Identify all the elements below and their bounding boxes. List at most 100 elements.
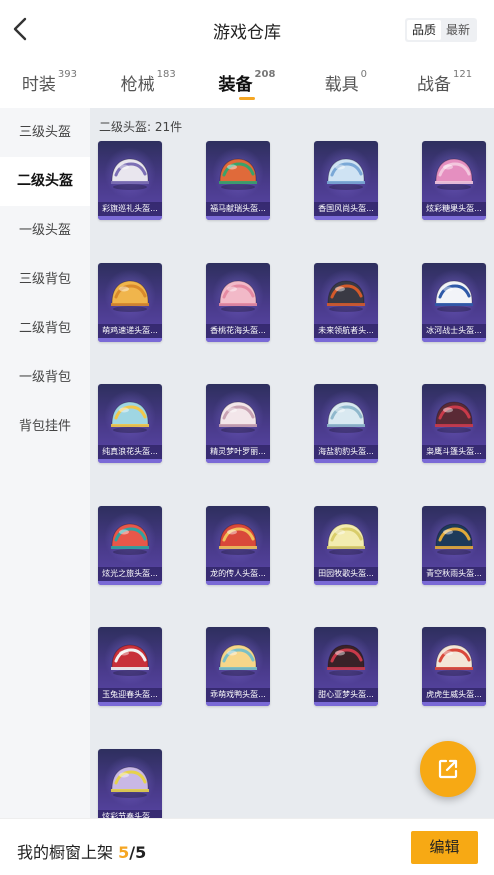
item-card[interactable]: 龙的传人头盔... — [206, 505, 270, 585]
item-card[interactable]: 枭鹰斗篷头盔... — [422, 384, 486, 463]
tab-vehicles[interactable]: 载具0 — [296, 58, 395, 108]
quality-bar — [206, 702, 270, 706]
sidebar-item-level3-helmet[interactable]: 三级头盔 — [0, 108, 90, 157]
sort-toggle: 品质 最新 — [405, 18, 477, 42]
quality-bar — [422, 702, 486, 706]
quality-bar — [422, 580, 486, 585]
showcase-footer: 我的橱窗上架 5/5 编辑 — [0, 818, 494, 875]
helmet-icon — [107, 520, 153, 556]
item-card[interactable]: 彩旗巡礼头盔... — [98, 141, 162, 220]
item-name: 甜心亚梦头盔... — [314, 688, 378, 702]
item-name: 枭鹰斗篷头盔... — [422, 445, 486, 459]
item-name: 炫光之旅头盔... — [98, 566, 162, 581]
tab-equipment[interactable]: 装备208 — [198, 58, 297, 108]
item-card[interactable]: 玉兔迎春头盔... — [98, 627, 162, 706]
sidebar-item-backpack-pendant[interactable]: 背包挂件 — [0, 402, 90, 451]
helmet-icon — [431, 398, 477, 434]
quality-bar — [98, 337, 162, 342]
item-card[interactable]: 炫光之旅头盔... — [98, 505, 162, 585]
edit-button[interactable]: 编辑 — [411, 831, 478, 864]
sidebar-item-level2-backpack[interactable]: 二级背包 — [0, 304, 90, 353]
quality-bar — [314, 459, 378, 463]
quality-bar — [314, 216, 378, 220]
helmet-icon — [215, 277, 261, 313]
helmet-icon — [431, 520, 477, 556]
tab-guns[interactable]: 枪械183 — [99, 58, 198, 108]
showcase-count: 5 — [118, 843, 130, 862]
item-card[interactable]: 虎虎生威头盔... — [422, 627, 486, 706]
item-card[interactable]: 精灵梦叶罗丽... — [206, 384, 270, 463]
sidebar-item-level2-helmet[interactable]: 二级头盔 — [0, 157, 90, 206]
quality-bar — [422, 337, 486, 342]
item-name: 香国风尚头盔... — [314, 202, 378, 216]
sidebar-item-level1-helmet[interactable]: 一级头盔 — [0, 206, 90, 255]
tab-supplies[interactable]: 战备121 — [395, 58, 494, 108]
item-panel: 二级头盔: 21件 彩旗巡礼头盔... 福马献瑞头盔... 香国风尚头盔... 炫彩糖… — [90, 108, 494, 828]
helmet-icon — [431, 641, 477, 677]
helmet-icon — [107, 641, 153, 677]
item-card[interactable]: 青空秋雨头盔... — [422, 505, 486, 585]
item-card[interactable]: 炫彩糖果头盔... — [422, 141, 486, 220]
item-card[interactable]: 田园牧歌头盔... — [314, 505, 378, 585]
showcase-status: 我的橱窗上架 5/5 — [17, 839, 146, 863]
sidebar-item-level1-backpack[interactable]: 一级背包 — [0, 353, 90, 402]
item-name: 田园牧歌头盔... — [314, 566, 378, 581]
item-name: 乖萌戏鸭头盔... — [206, 688, 270, 702]
item-card[interactable]: 炫彩节奏头盔... — [98, 748, 162, 828]
item-card[interactable]: 海盐豹豹头盔... — [314, 384, 378, 463]
item-name: 海盐豹豹头盔... — [314, 445, 378, 459]
tab-label: 装备 — [218, 75, 253, 95]
top-bar: 游戏仓库 品质 最新 — [0, 0, 494, 58]
quality-bar — [98, 216, 162, 220]
helmet-icon — [107, 155, 153, 191]
sort-option-quality[interactable]: 品质 — [407, 20, 441, 40]
showcase-label: 我的橱窗上架 — [17, 843, 114, 862]
tab-label: 时装 — [21, 75, 56, 95]
quality-bar — [98, 459, 162, 463]
item-card[interactable]: 萌鸡速递头盔... — [98, 262, 162, 342]
helmet-icon — [323, 398, 369, 434]
helmet-icon — [107, 398, 153, 434]
helmet-icon — [431, 277, 477, 313]
helmet-icon — [323, 155, 369, 191]
tab-active-indicator — [238, 97, 255, 100]
item-card[interactable]: 冰河战士头盔... — [422, 262, 486, 342]
item-card[interactable]: 乖萌戏鸭头盔... — [206, 627, 270, 706]
quality-bar — [98, 580, 162, 585]
helmet-icon — [215, 641, 261, 677]
quality-bar — [206, 337, 270, 342]
item-card[interactable]: 纯真浪花头盔... — [98, 384, 162, 463]
helmet-icon — [323, 520, 369, 556]
item-name: 未来领航者头... — [314, 323, 378, 338]
tab-fashion[interactable]: 时装393 — [0, 58, 99, 108]
tab-count: 183 — [156, 69, 176, 81]
item-name: 炫彩糖果头盔... — [422, 202, 486, 216]
quality-bar — [314, 702, 378, 706]
helmet-icon — [215, 155, 261, 191]
sidebar-item-level3-backpack[interactable]: 三级背包 — [0, 255, 90, 304]
item-card[interactable]: 未来领航者头... — [314, 262, 378, 342]
item-card[interactable]: 香桃花海头盔... — [206, 262, 270, 342]
tab-label: 载具 — [324, 75, 359, 95]
item-card[interactable]: 甜心亚梦头盔... — [314, 627, 378, 706]
helmet-icon — [215, 398, 261, 434]
item-name: 萌鸡速递头盔... — [98, 323, 162, 338]
share-button[interactable] — [420, 741, 476, 797]
helmet-icon — [323, 277, 369, 313]
item-name: 玉兔迎春头盔... — [98, 688, 162, 702]
quality-bar — [206, 459, 270, 463]
item-name: 青空秋雨头盔... — [422, 566, 486, 581]
helmet-icon — [215, 520, 261, 556]
item-name: 虎虎生威头盔... — [422, 688, 486, 702]
helmet-icon — [107, 763, 153, 799]
item-card[interactable]: 香国风尚头盔... — [314, 141, 378, 220]
item-name: 香桃花海头盔... — [206, 323, 270, 338]
sort-option-newest[interactable]: 最新 — [441, 20, 475, 40]
helmet-icon — [431, 155, 477, 191]
item-name: 精灵梦叶罗丽... — [206, 445, 270, 459]
tab-count: 0 — [360, 69, 367, 81]
section-title: 二级头盔: 21件 — [99, 120, 183, 134]
tab-count: 208 — [254, 69, 276, 81]
item-card[interactable]: 福马献瑞头盔... — [206, 141, 270, 220]
tab-label: 枪械 — [120, 75, 155, 95]
